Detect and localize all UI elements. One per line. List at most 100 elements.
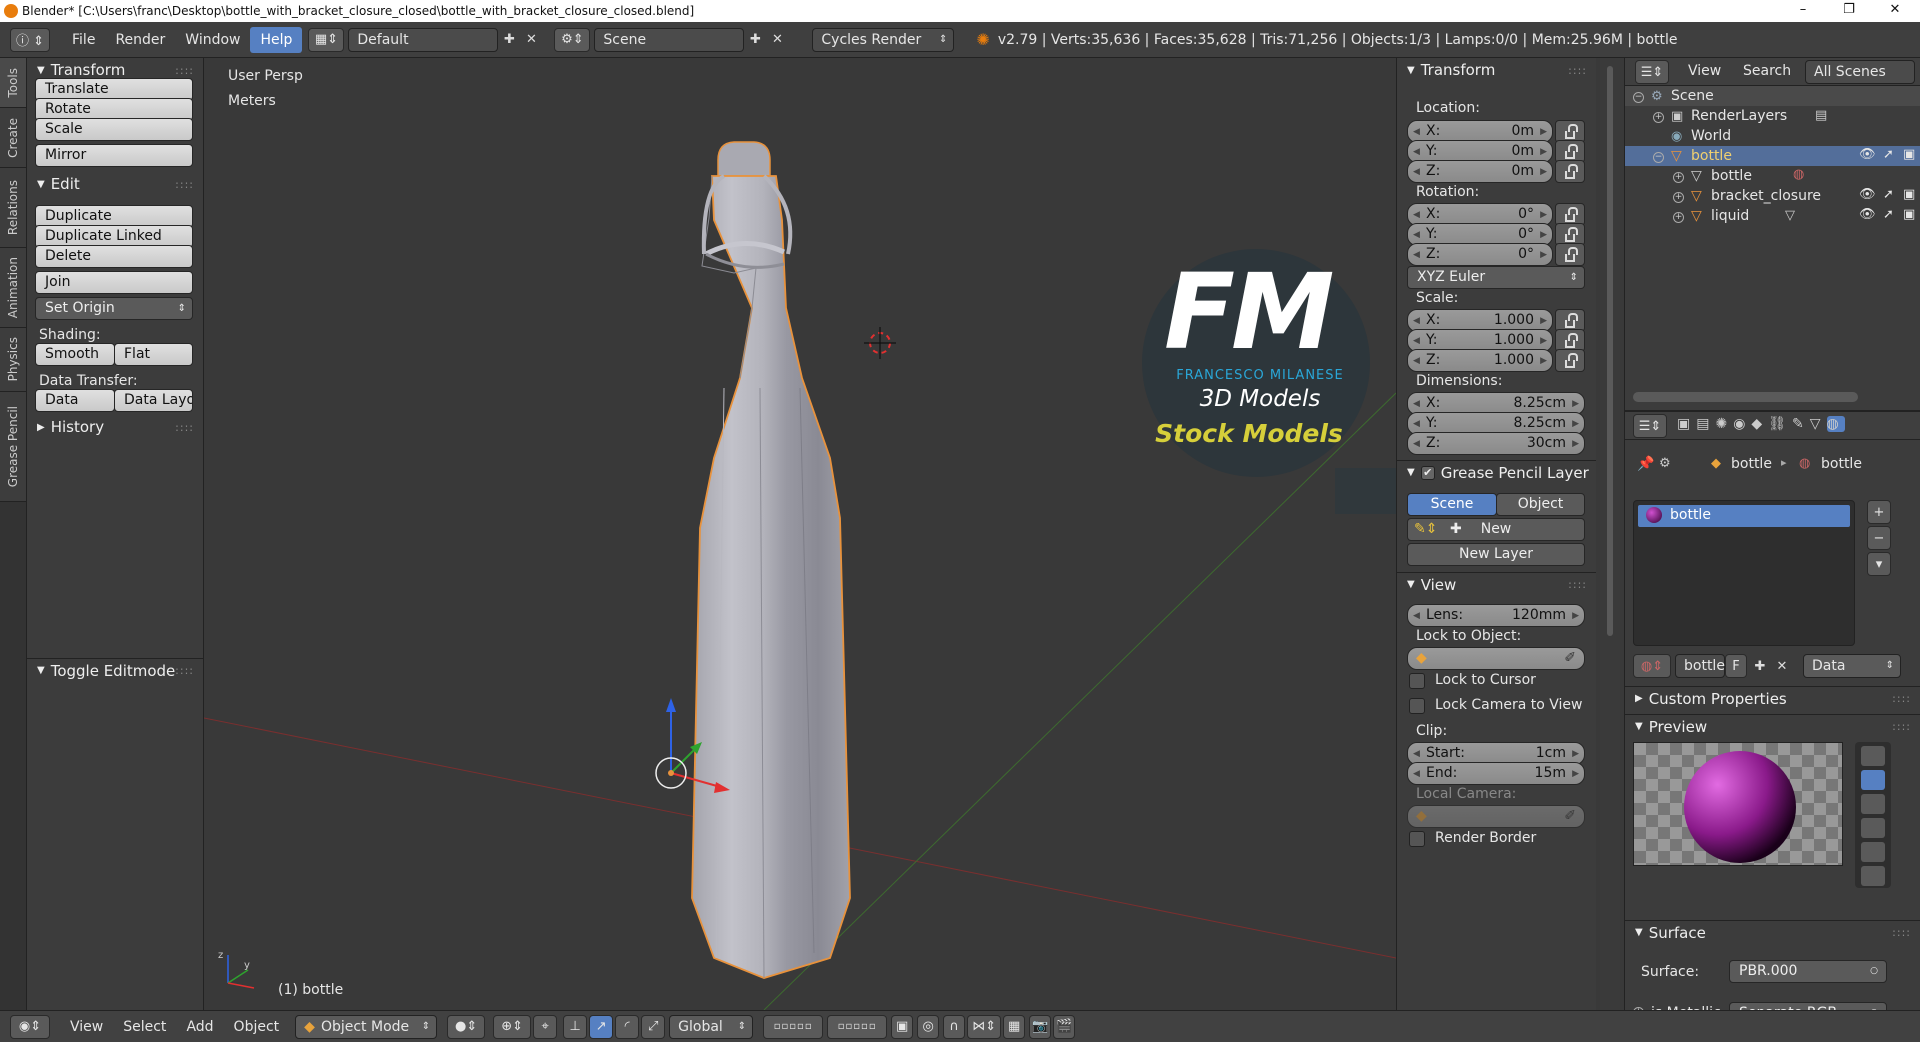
location-z-field[interactable]: ◀ Z: 0m ▶ (1407, 160, 1553, 183)
editor-type-button[interactable]: ⓘ ⇕ (10, 27, 50, 52)
tree-item-scene[interactable]: Scene (1671, 85, 1714, 107)
gp-new-button[interactable]: ✎⇕ ✚ New (1407, 518, 1585, 541)
data-layout-button[interactable]: Data Layo (114, 389, 193, 412)
layout-browse-button[interactable]: ▦⇕ (308, 27, 345, 52)
snap-toggle-button[interactable]: ∩ (943, 1014, 966, 1039)
select-cursor-icon[interactable]: ➚ (1883, 207, 1894, 222)
visibility-eye-icon[interactable]: 👁 (1859, 187, 1876, 202)
n-transform-header[interactable]: ▼ Transform:::: (1397, 58, 1596, 82)
tab-create[interactable]: Create (0, 108, 26, 168)
preview-header[interactable]: ▼ Preview:::: (1625, 714, 1920, 738)
minimize-button[interactable]: – (1780, 0, 1826, 22)
translate-manipulator-button[interactable]: ↗ (589, 1014, 614, 1039)
select-cursor-icon[interactable]: ➚ (1883, 147, 1894, 162)
layout-add-icon[interactable]: ✚ (498, 29, 520, 51)
material-name-field[interactable]: bottle (1675, 654, 1725, 678)
smooth-button[interactable]: Smooth (35, 343, 115, 366)
collapse-icon[interactable]: − (1653, 152, 1664, 163)
close-button[interactable]: ✕ (1872, 0, 1918, 22)
grease-pencil-layer-header[interactable]: ▼ ✔ Grease Pencil Layer (1397, 460, 1596, 484)
menu-file[interactable]: File (62, 27, 105, 53)
scene-name-field[interactable]: Scene (594, 27, 745, 52)
tab-grease-pencil[interactable]: Grease Pencil (0, 392, 26, 502)
tree-item-liquid[interactable]: liquid (1711, 205, 1749, 227)
preview-flat-icon[interactable] (1861, 746, 1885, 766)
expand-icon[interactable]: + (1673, 172, 1684, 183)
tree-item-renderlayers[interactable]: RenderLayers (1691, 105, 1787, 127)
drag-handle-icon[interactable]: :::: (1568, 64, 1587, 77)
rotation-mode-select[interactable]: XYZ Euler ⇕ (1407, 266, 1585, 289)
slot-menu-icon[interactable]: ▾ (1867, 552, 1891, 576)
drag-handle-icon[interactable]: :::: (175, 178, 194, 191)
remove-slot-icon[interactable]: − (1867, 526, 1891, 550)
scrollbar-thumb[interactable] (1607, 66, 1613, 636)
material-slot-row[interactable]: bottle (1638, 505, 1850, 527)
drag-handle-icon[interactable]: :::: (175, 421, 194, 434)
checkbox-checked-icon[interactable]: ✔ (1420, 465, 1435, 480)
scene-remove-icon[interactable]: ✕ (766, 29, 788, 51)
add-slot-icon[interactable]: + (1867, 500, 1891, 524)
gp-scene-button[interactable]: Scene (1407, 493, 1497, 516)
maximize-button[interactable]: ❐ (1826, 0, 1872, 22)
scale-z-field[interactable]: ◀ Z: 1.000 ▶ (1407, 349, 1553, 372)
drag-handle-icon[interactable]: :::: (1892, 926, 1911, 939)
render-camera-icon[interactable]: ▣ (1903, 187, 1915, 202)
drag-handle-icon[interactable]: :::: (1892, 692, 1911, 705)
tab-tools[interactable]: Tools (0, 58, 26, 108)
viewport-scene[interactable] (204, 58, 1396, 1010)
clip-end-field[interactable]: ◀ End: 15m ▶ (1407, 762, 1585, 785)
layout-name-field[interactable]: Default (348, 27, 499, 52)
menu-add[interactable]: Add (176, 1014, 223, 1040)
layer-buttons-a[interactable]: ▫▫▫▫▫ (763, 1014, 824, 1039)
lock-scale-z-icon[interactable] (1555, 349, 1585, 372)
scene-browse-button[interactable]: ⚙⇕ (554, 27, 591, 52)
transform-orientation-select[interactable]: Global ⇕ (669, 1014, 754, 1039)
outliner-menu-view[interactable]: View (1688, 63, 1721, 79)
visibility-eye-icon[interactable]: 👁 (1859, 207, 1876, 222)
new-layer-button[interactable]: New Layer (1407, 543, 1585, 566)
select-cursor-icon[interactable]: ➚ (1883, 187, 1894, 202)
link-data-select[interactable]: Data ⇕ (1803, 654, 1901, 678)
preview-cube-icon[interactable] (1861, 794, 1885, 814)
context-tabs[interactable]: ▣▤✺◉◆⛓✎▽◍ (1677, 416, 1845, 432)
n-panel-scrollbar[interactable] (1600, 58, 1620, 1010)
fake-user-button[interactable]: F (1725, 654, 1747, 678)
viewport-shading-button[interactable]: ●⇕ (447, 1014, 486, 1039)
tab-physics[interactable]: Physics (0, 328, 26, 392)
expand-icon[interactable]: + (1673, 192, 1684, 203)
render-camera-icon[interactable]: ▣ (1903, 207, 1915, 222)
tree-item-bracket-closure[interactable]: bracket_closure (1711, 185, 1821, 207)
tab-animation[interactable]: Animation (0, 248, 26, 328)
layer-buttons-b[interactable]: ▫▫▫▫▫ (827, 1014, 888, 1039)
menu-view[interactable]: View (60, 1014, 113, 1040)
render-engine-select[interactable]: Cycles Render ⇕ (812, 27, 955, 52)
edit-panel-header[interactable]: ▼ Edit:::: (27, 172, 204, 196)
tree-item-world[interactable]: World (1691, 125, 1731, 147)
drag-handle-icon[interactable]: :::: (175, 664, 194, 677)
menu-help[interactable]: Help (250, 26, 303, 53)
scale-manipulator-button[interactable]: ⤢ (641, 1014, 666, 1039)
lock-to-cursor-checkbox[interactable] (1409, 673, 1425, 689)
pin-icon[interactable]: 📌 (1637, 456, 1654, 472)
render-animation-button[interactable]: 🎬 (1053, 1014, 1076, 1039)
drag-handle-icon[interactable]: :::: (175, 64, 194, 77)
menu-window[interactable]: Window (175, 27, 250, 53)
render-border-checkbox[interactable] (1409, 831, 1425, 847)
join-button[interactable]: Join (35, 271, 193, 294)
lock-rotation-z-icon[interactable] (1555, 243, 1585, 266)
history-panel-header[interactable]: ▶ History:::: (27, 415, 204, 439)
preview-monkey-icon[interactable] (1861, 818, 1885, 838)
material-browse-button[interactable]: ◍⇕ (1633, 654, 1671, 678)
snap-element-button[interactable]: ⋈⇕ (967, 1014, 1002, 1039)
scale-button[interactable]: Scale (35, 118, 193, 141)
render-preview-button[interactable]: 📷 (1029, 1014, 1052, 1039)
set-origin-select[interactable]: Set Origin ⇕ (35, 297, 193, 320)
3d-viewport[interactable]: User Persp Meters FM FRANCESCO MILANESE … (204, 58, 1396, 1010)
dimension-z-field[interactable]: ◀ Z: 30cm ▶ (1407, 432, 1585, 455)
surface-header[interactable]: ▼ Surface:::: (1625, 920, 1920, 944)
outliner-editor-type-button[interactable]: ☰⇕ (1635, 60, 1669, 84)
outliner-hscrollbar[interactable] (1633, 392, 1858, 402)
unlink-material-icon[interactable]: ✕ (1771, 655, 1793, 677)
operator-panel-header[interactable]: ▼ Toggle Editmode:::: (27, 658, 204, 682)
layer-lock-button[interactable]: ▣ (891, 1014, 914, 1039)
